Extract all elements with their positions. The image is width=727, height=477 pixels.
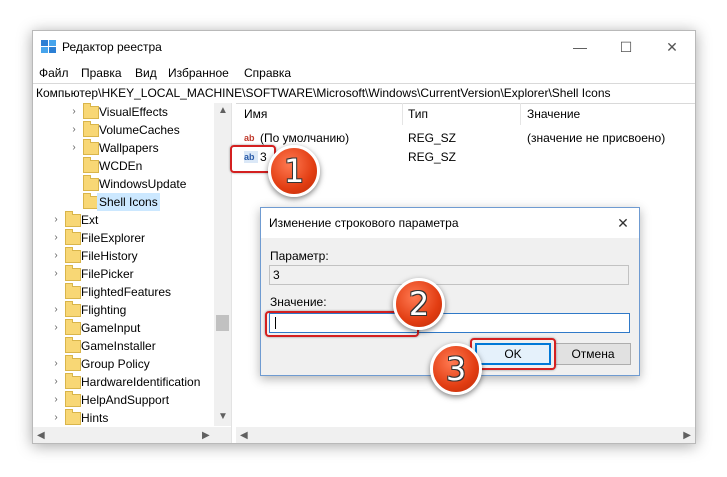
chevron-right-icon[interactable]: ›: [51, 229, 61, 247]
column-value[interactable]: Значение: [527, 103, 580, 125]
tree-item-label: GameInstaller: [81, 339, 156, 353]
minimize-button[interactable]: —: [557, 31, 603, 63]
tree-item-label: Wallpapers: [99, 141, 159, 155]
menu-help[interactable]: Справка: [244, 66, 291, 80]
chevron-right-icon[interactable]: ›: [51, 391, 61, 409]
chevron-right-icon[interactable]: ›: [51, 319, 61, 337]
key-tree: › VisualEffects › VolumeCaches › Wallpapers WC…: [33, 103, 231, 427]
tree-item-label: FileExplorer: [81, 231, 146, 245]
value-type: REG_SZ: [408, 131, 457, 145]
values-horizontal-scrollbar[interactable]: ◀ ▶: [236, 427, 695, 443]
cancel-button[interactable]: Отмена: [555, 343, 631, 365]
tree-item-label: FileHistory: [81, 249, 138, 263]
chevron-right-icon[interactable]: ›: [51, 211, 61, 229]
menu-favorites[interactable]: Избранное: [168, 66, 229, 80]
tree-item-label: FlightedFeatures: [81, 285, 172, 299]
close-button[interactable]: ✕: [649, 31, 695, 63]
folder-icon: [65, 211, 81, 227]
folder-icon: [65, 355, 81, 371]
value-label: Значение:: [270, 295, 327, 309]
folder-icon: [65, 229, 81, 245]
tree-item-label: Group Policy: [81, 357, 150, 371]
folder-icon: [65, 301, 81, 317]
chevron-right-icon[interactable]: ›: [69, 139, 79, 157]
scroll-left-icon[interactable]: ◀: [37, 430, 45, 441]
menu-edit[interactable]: Правка: [81, 66, 122, 80]
highlight-frame: [470, 338, 556, 370]
folder-icon: [83, 121, 99, 137]
chevron-right-icon[interactable]: ›: [51, 247, 61, 265]
maximize-button[interactable]: ☐: [603, 31, 649, 63]
chevron-right-icon[interactable]: ›: [51, 265, 61, 283]
chevron-right-icon[interactable]: ›: [51, 301, 61, 319]
scroll-right-icon[interactable]: ▶: [683, 430, 691, 441]
folder-icon: [65, 409, 81, 425]
tree-item-label: WindowsUpdate: [99, 177, 187, 191]
value-row[interactable]: ab (По умолчанию) REG_SZ (значение не пр…: [236, 129, 695, 147]
scrollbar-thumb[interactable]: [216, 315, 229, 331]
scroll-up-icon[interactable]: ▲: [218, 105, 228, 116]
folder-icon: [65, 373, 81, 389]
tree-item-label: HardwareIdentification: [81, 375, 201, 389]
folder-icon: [65, 265, 81, 281]
tree-item-label: GameInput: [81, 321, 141, 335]
folder-icon: [83, 103, 99, 119]
dialog-title-bar: Изменение строкового параметра ✕: [261, 208, 639, 238]
folder-icon: [65, 283, 81, 299]
param-name-value: 3: [273, 268, 280, 282]
tree-horizontal-scrollbar[interactable]: ◀ ▶: [33, 427, 231, 443]
tree-item-label: VolumeCaches: [99, 123, 180, 137]
value-data: (значение не присвоено): [527, 131, 666, 145]
folder-icon: [65, 337, 81, 353]
menu-file[interactable]: Файл: [39, 66, 69, 80]
param-label: Параметр:: [270, 249, 329, 263]
column-divider[interactable]: [520, 103, 521, 125]
folder-icon: [83, 139, 99, 155]
chevron-right-icon[interactable]: ›: [51, 355, 61, 373]
folder-icon: [65, 319, 81, 335]
folder-icon: [65, 247, 81, 263]
column-type[interactable]: Тип: [408, 103, 428, 125]
step-1-badge: 1: [268, 145, 320, 197]
tree-item-label: Flighting: [81, 303, 127, 317]
step-3-badge: 3: [430, 343, 482, 395]
close-icon[interactable]: ✕: [613, 213, 633, 233]
value-type: REG_SZ: [408, 150, 457, 164]
title-bar: Редактор реестра — ☐ ✕: [33, 31, 695, 63]
tree-item-label: VisualEffects: [99, 105, 168, 119]
tree-item-label: HelpAndSupport: [81, 393, 170, 407]
dialog-title: Изменение строкового параметра: [269, 216, 459, 230]
chevron-right-icon[interactable]: ›: [69, 103, 79, 121]
tree-item-label: WCDEn: [99, 159, 143, 173]
scroll-down-icon[interactable]: ▼: [218, 411, 228, 422]
chevron-right-icon[interactable]: ›: [69, 121, 79, 139]
registry-editor-icon: [41, 40, 56, 53]
column-divider[interactable]: [402, 103, 403, 125]
chevron-right-icon[interactable]: ›: [51, 373, 61, 391]
window-title: Редактор реестра: [62, 40, 162, 54]
step-2-badge: 2: [393, 278, 445, 330]
tree-item-label: Hints: [81, 411, 109, 425]
address-path: Компьютер\HKEY_LOCAL_MACHINE\SOFTWARE\Mi…: [36, 86, 611, 100]
scroll-left-icon[interactable]: ◀: [240, 430, 248, 441]
folder-icon: [83, 157, 99, 173]
scroll-right-icon[interactable]: ▶: [202, 430, 210, 441]
menu-view[interactable]: Вид: [135, 66, 157, 80]
param-name-field: 3: [269, 265, 629, 285]
column-name[interactable]: Имя: [244, 103, 267, 125]
tree-item-label: FilePicker: [81, 267, 134, 281]
tree-vertical-scrollbar[interactable]: ▲ ▼: [214, 103, 231, 426]
folder-icon: [83, 175, 99, 191]
string-value-icon: ab: [244, 133, 255, 143]
tree-item-label: Ext: [81, 213, 99, 227]
chevron-right-icon[interactable]: ›: [51, 409, 61, 427]
tree-item-label: Shell Icons: [97, 193, 160, 211]
menu-bar: Файл Правка Вид Избранное Справка: [33, 63, 695, 83]
folder-icon: [65, 391, 81, 407]
address-bar[interactable]: Компьютер\HKEY_LOCAL_MACHINE\SOFTWARE\Mi…: [33, 83, 695, 104]
